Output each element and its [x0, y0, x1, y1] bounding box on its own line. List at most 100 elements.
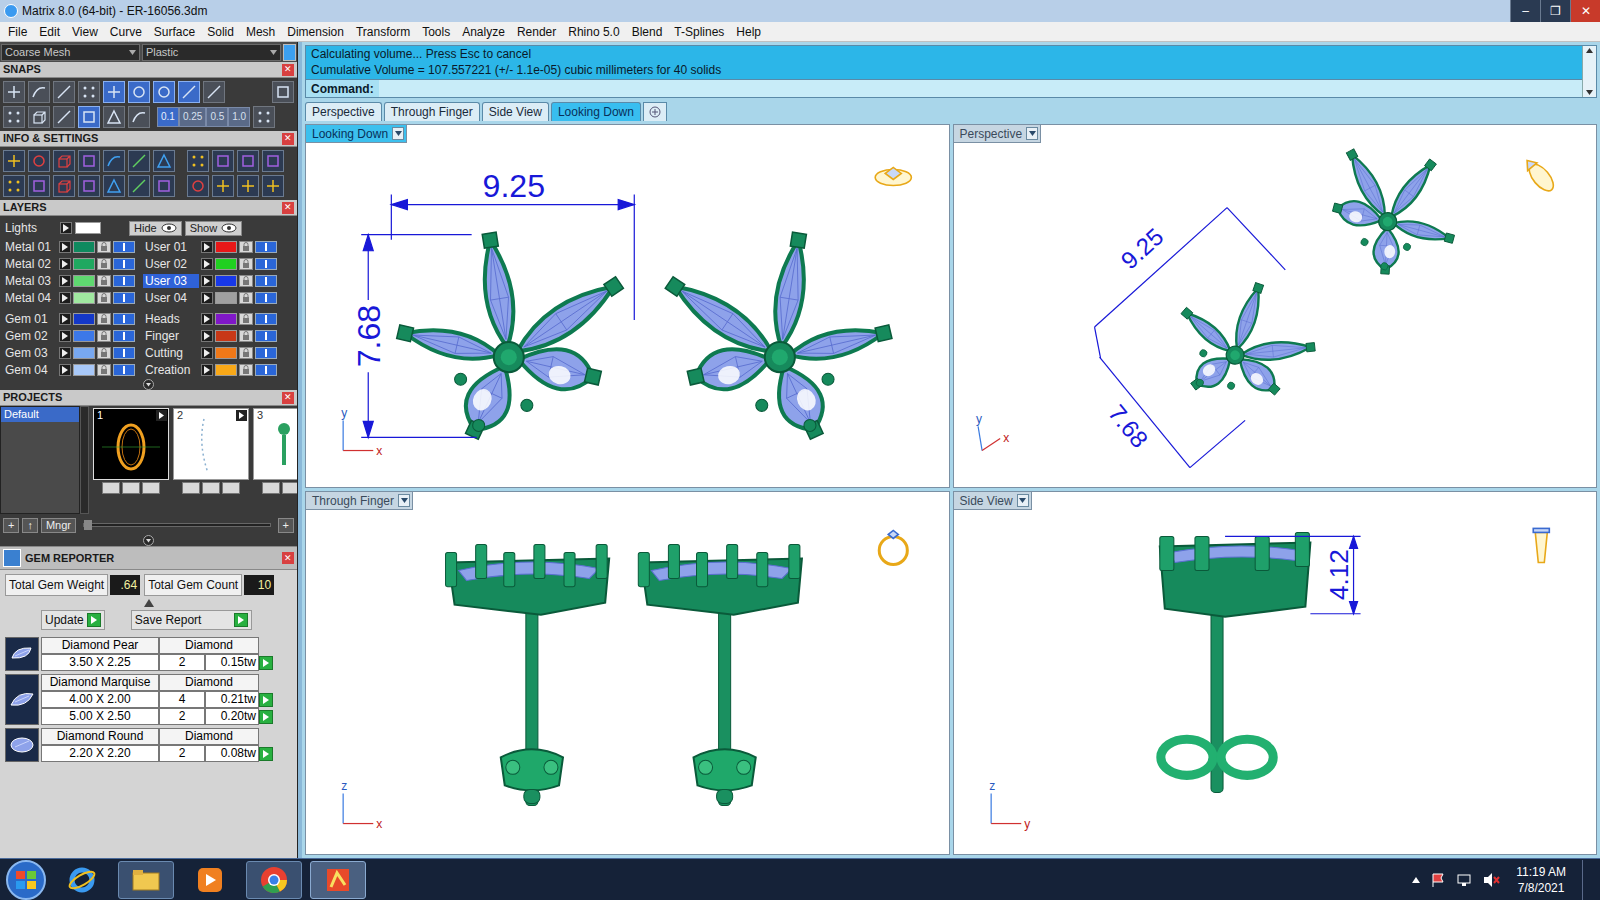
tray-expand-icon[interactable] [1412, 877, 1420, 883]
layer-expand-button[interactable] [59, 347, 71, 359]
viewport[interactable]: Side View4.12zy [953, 491, 1598, 855]
collapse-arrow-icon[interactable] [143, 379, 154, 390]
layer-name[interactable]: User 04 [143, 291, 199, 305]
layer-row[interactable]: Cutting [143, 344, 277, 361]
layer-expand-button[interactable] [59, 292, 71, 304]
layer-expand-button[interactable] [59, 313, 71, 325]
view-tool-icon[interactable] [128, 106, 150, 128]
thumbnail-action-icon[interactable] [282, 482, 297, 494]
grid-size-button[interactable]: 0.25 [179, 107, 206, 127]
layer-name[interactable]: Metal 03 [3, 274, 57, 288]
layer-lock-icon[interactable] [97, 241, 111, 253]
earring-front[interactable] [446, 544, 610, 805]
command-line[interactable]: Command: [306, 79, 1582, 97]
layer-visible-icon[interactable] [255, 364, 277, 376]
panel-close-button[interactable]: ✕ [282, 133, 294, 145]
layer-row[interactable]: Heads [143, 310, 277, 327]
layer-lock-icon[interactable] [97, 330, 111, 342]
snap-tool-icon[interactable] [128, 81, 150, 103]
view-tab[interactable]: Looking Down [551, 102, 641, 121]
window-control-button[interactable]: – [1510, 0, 1540, 22]
info-tool-icon[interactable] [53, 150, 75, 172]
collapse-arrow-icon[interactable] [144, 599, 154, 607]
viewport-menu-button[interactable] [1017, 494, 1029, 507]
layer-expand-button[interactable] [201, 292, 213, 304]
layer-lock-icon[interactable] [239, 313, 253, 325]
layer-visible-icon[interactable] [113, 258, 135, 270]
layer-lock-icon[interactable] [239, 347, 253, 359]
thumbnail-action-icon[interactable] [182, 482, 200, 494]
menu-item[interactable]: T-Splines [668, 26, 730, 38]
display-select[interactable]: Plastic [142, 44, 281, 61]
layer-name[interactable]: Finger [143, 329, 199, 343]
menu-item[interactable]: Edit [33, 26, 66, 38]
layer-lock-icon[interactable] [239, 292, 253, 304]
layer-expand-button[interactable] [60, 222, 72, 234]
thumbnail-action-icon[interactable] [222, 482, 240, 494]
menu-item[interactable]: Solid [201, 26, 240, 38]
gem-tool-icon[interactable] [212, 175, 234, 197]
snap-tool-icon[interactable] [53, 81, 75, 103]
layer-expand-button[interactable] [59, 241, 71, 253]
thumbnail-action-icon[interactable] [142, 482, 160, 494]
layer-visible-icon[interactable] [255, 241, 277, 253]
gem-detail-button[interactable] [259, 656, 273, 670]
grid-size-button[interactable]: 0.5 [206, 107, 228, 127]
lights-color-swatch[interactable] [75, 222, 101, 234]
gem-row[interactable]: 3.50 X 2.2520.15tw [41, 654, 273, 671]
layer-lock-icon[interactable] [97, 275, 111, 287]
settings-tool-icon[interactable] [28, 175, 50, 197]
project-add-button[interactable]: + [278, 518, 294, 533]
layer-color-swatch[interactable] [215, 347, 237, 359]
layer-name[interactable]: User 01 [143, 240, 199, 254]
snap-tool-icon[interactable] [103, 81, 125, 103]
layer-expand-button[interactable] [201, 241, 213, 253]
layer-lock-icon[interactable] [97, 347, 111, 359]
project-button[interactable]: ↑ [22, 518, 38, 533]
info-tool-icon[interactable] [103, 150, 125, 172]
gem-detail-button[interactable] [259, 747, 273, 761]
layer-name[interactable]: Gem 04 [3, 363, 57, 377]
settings-tool-icon[interactable] [78, 175, 100, 197]
layer-visible-icon[interactable] [255, 313, 277, 325]
panel-close-button[interactable]: ✕ [282, 64, 294, 76]
layer-name[interactable]: Heads [143, 312, 199, 326]
layer-name[interactable]: Metal 02 [3, 257, 57, 271]
snap-settings-icon[interactable] [272, 81, 294, 103]
gem-detail-button[interactable] [87, 613, 101, 627]
layer-color-swatch[interactable] [73, 313, 95, 325]
scroll-up-icon[interactable] [1586, 48, 1593, 53]
menu-item[interactable]: Tools [416, 26, 456, 38]
project-scrollbar[interactable] [80, 406, 89, 514]
layer-visible-icon[interactable] [113, 347, 135, 359]
viewport-menu-button[interactable] [392, 127, 404, 140]
gem-detail-button[interactable] [259, 693, 273, 707]
view-tab[interactable]: Side View [482, 102, 549, 121]
gem-group[interactable]: Diamond MarquiseDiamond4.00 X 2.0040.21t… [5, 674, 292, 725]
display-select[interactable]: Coarse Mesh [1, 44, 140, 61]
gem-tool-icon[interactable] [262, 175, 284, 197]
layer-expand-button[interactable] [201, 258, 213, 270]
layer-lock-icon[interactable] [239, 241, 253, 253]
project-item[interactable]: Default [1, 407, 79, 422]
viewport-title[interactable]: Looking Down [306, 125, 407, 143]
gem-tool-icon[interactable] [237, 175, 259, 197]
layer-row[interactable]: Gem 03 [3, 344, 135, 361]
layer-lock-icon[interactable] [239, 275, 253, 287]
layer-color-swatch[interactable] [73, 364, 95, 376]
menu-item[interactable]: Transform [350, 26, 416, 38]
snap-tool-icon[interactable] [28, 81, 50, 103]
ie-taskbar-button[interactable] [54, 861, 110, 899]
settings-tool-icon[interactable] [53, 175, 75, 197]
project-thumbnail[interactable]: 1 [93, 408, 169, 514]
show-button[interactable]: Show [185, 221, 243, 236]
collapse-handle[interactable] [0, 534, 297, 546]
show-desktop-button[interactable] [1582, 860, 1594, 900]
matrix-taskbar-button[interactable] [310, 861, 366, 899]
menu-item[interactable]: Blend [626, 26, 669, 38]
layer-row[interactable]: User 03 [143, 272, 277, 289]
layer-expand-button[interactable] [59, 275, 71, 287]
view-tool-icon[interactable] [103, 106, 125, 128]
layer-lock-icon[interactable] [97, 292, 111, 304]
menu-item[interactable]: Mesh [240, 26, 281, 38]
